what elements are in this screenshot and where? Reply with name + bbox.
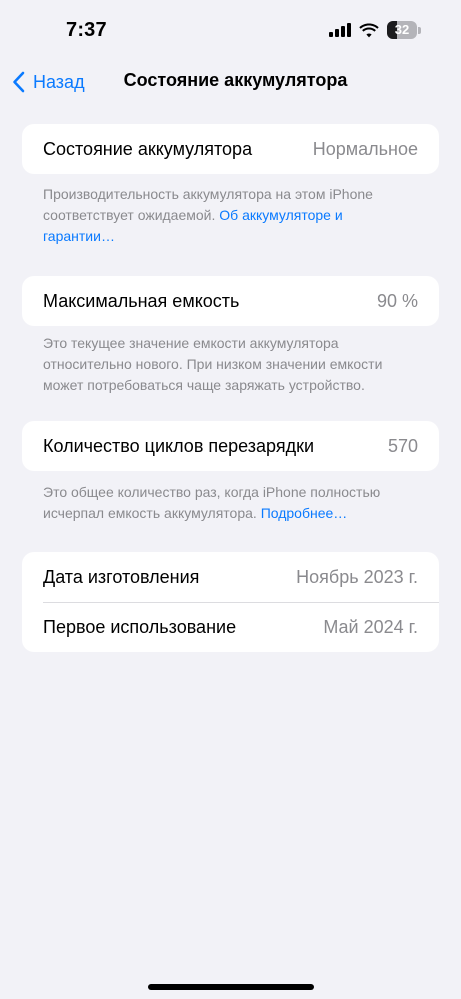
battery-health-group: Состояние аккумулятора Нормальное <box>22 124 439 174</box>
max-capacity-row: Максимальная емкость 90 % <box>22 276 439 326</box>
battery-health-row: Состояние аккумулятора Нормальное <box>22 124 439 174</box>
max-capacity-label: Максимальная емкость <box>43 290 240 311</box>
max-capacity-value: 90 % <box>376 290 418 311</box>
home-indicator[interactable] <box>148 984 314 990</box>
cycle-count-value: 570 <box>387 435 418 456</box>
manufacture-date-row: Дата изготовления Ноябрь 2023 г. <box>22 552 439 602</box>
cycle-count-group: Количество циклов перезарядки 570 <box>22 421 439 471</box>
dates-group: Дата изготовления Ноябрь 2023 г. Первое … <box>22 552 439 652</box>
battery-health-footer: Производительность аккумулятора на этом … <box>43 184 418 247</box>
cycle-count-label: Количество циклов перезарядки <box>43 435 315 456</box>
battery-icon: 32 <box>387 21 421 39</box>
battery-health-value: Нормальное <box>312 138 418 159</box>
manufacture-date-label: Дата изготовления <box>43 566 200 587</box>
navigation-bar: Назад Состояние аккумулятора <box>0 60 461 104</box>
status-icons: 32 <box>329 21 421 39</box>
max-capacity-group: Максимальная емкость 90 % <box>22 276 439 326</box>
status-time: 7:37 <box>66 19 107 41</box>
cellular-signal-icon <box>329 23 351 37</box>
max-capacity-footer: Это текущее значение емкости аккумулятор… <box>43 333 418 396</box>
first-use-row: Первое использование Май 2024 г. <box>22 602 439 652</box>
battery-percent: 32 <box>394 22 410 37</box>
wifi-icon <box>359 23 379 37</box>
first-use-value: Май 2024 г. <box>323 616 418 637</box>
learn-more-link[interactable]: Подробнее… <box>261 505 348 521</box>
status-bar: 7:37 32 <box>0 0 461 60</box>
manufacture-date-value: Ноябрь 2023 г. <box>296 566 418 587</box>
page-title: Состояние аккумулятора <box>123 70 348 90</box>
cycle-count-row: Количество циклов перезарядки 570 <box>22 421 439 471</box>
first-use-label: Первое использование <box>43 616 237 637</box>
battery-health-label: Состояние аккумулятора <box>43 138 253 159</box>
cycle-count-footer: Это общее количество раз, когда iPhone п… <box>43 482 418 524</box>
max-capacity-footer-text: Это текущее значение емкости аккумулятор… <box>43 335 383 393</box>
